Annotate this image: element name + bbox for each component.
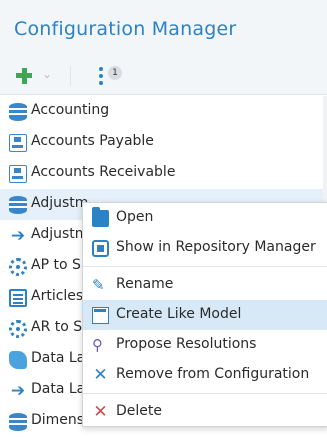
tree-row[interactable]: Accounts Payable	[0, 127, 327, 158]
tree-row-label: AR to S	[31, 319, 83, 335]
menu-divider	[83, 393, 327, 394]
menu-divider	[83, 266, 327, 267]
menu-item-label: Rename	[116, 276, 174, 292]
document-icon	[9, 289, 27, 307]
more-options-icon[interactable]	[98, 67, 104, 85]
chevron-down-icon[interactable]: ⌄	[42, 67, 52, 81]
tree-row-label: Articles	[31, 288, 84, 304]
tree-row[interactable]: Accounting	[0, 96, 327, 127]
arrow-right-icon: ➔	[10, 381, 26, 401]
delete-x-icon: ✕	[93, 402, 108, 422]
arrow-right-icon: ➔	[10, 226, 26, 246]
gear-icon	[9, 258, 27, 276]
menu-item-rename[interactable]: ✎ Rename	[83, 270, 327, 300]
tree-row[interactable]: Accounts Receivable	[0, 158, 327, 189]
repository-icon	[92, 240, 109, 257]
more-options-badge: 1	[108, 66, 122, 80]
tree-row-label: Accounting	[31, 102, 110, 118]
tree-row-label: Accounts Payable	[31, 133, 154, 149]
toolbar: ⌄ 1	[0, 62, 327, 90]
page-title: Configuration Manager	[14, 18, 237, 40]
menu-item-create-like-model[interactable]: Create Like Model	[83, 300, 327, 330]
tree-row-label: AP to S	[31, 257, 81, 273]
add-plus-icon[interactable]	[16, 68, 32, 84]
menu-item-remove-from-configuration[interactable]: ✕ Remove from Configuration	[83, 360, 327, 390]
lake-icon	[9, 351, 27, 369]
remove-x-icon: ✕	[93, 365, 108, 385]
model-icon	[9, 134, 27, 152]
window-icon	[92, 307, 109, 324]
menu-item-label: Remove from Configuration	[116, 366, 310, 382]
tree-row-label: Data La	[31, 350, 86, 366]
menu-item-label: Propose Resolutions	[116, 336, 257, 352]
tree-row-label: Accounts Receivable	[31, 164, 176, 180]
header: Configuration Manager ⌄ 1	[0, 0, 327, 95]
menu-item-propose-resolutions[interactable]: ⚲ Propose Resolutions	[83, 330, 327, 360]
menu-item-label: Create Like Model	[116, 306, 242, 322]
menu-item-label: Delete	[116, 403, 162, 419]
database-icon	[9, 413, 27, 431]
menu-item-label: Open	[116, 209, 154, 225]
toolbar-divider	[70, 66, 71, 86]
tree-row-label: Dimens	[31, 412, 85, 428]
database-icon	[9, 103, 27, 121]
tree-row-label: Adjustm	[31, 226, 89, 242]
menu-item-show-in-repository[interactable]: Show in Repository Manager	[83, 233, 327, 263]
magic-wand-icon: ⚲	[92, 336, 103, 354]
menu-item-label: Show in Repository Manager	[116, 239, 316, 255]
pencil-icon: ✎	[92, 276, 105, 294]
gear-icon	[9, 320, 27, 338]
database-icon	[9, 196, 27, 214]
context-menu: Open Show in Repository Manager ✎ Rename…	[82, 202, 327, 427]
menu-item-open[interactable]: Open	[83, 203, 327, 233]
menu-item-delete[interactable]: ✕ Delete	[83, 397, 327, 427]
tree-row-label: Adjustm	[31, 195, 89, 211]
model-icon	[9, 165, 27, 183]
tree-row-label: Data La	[31, 381, 86, 397]
open-folder-icon	[92, 207, 109, 227]
